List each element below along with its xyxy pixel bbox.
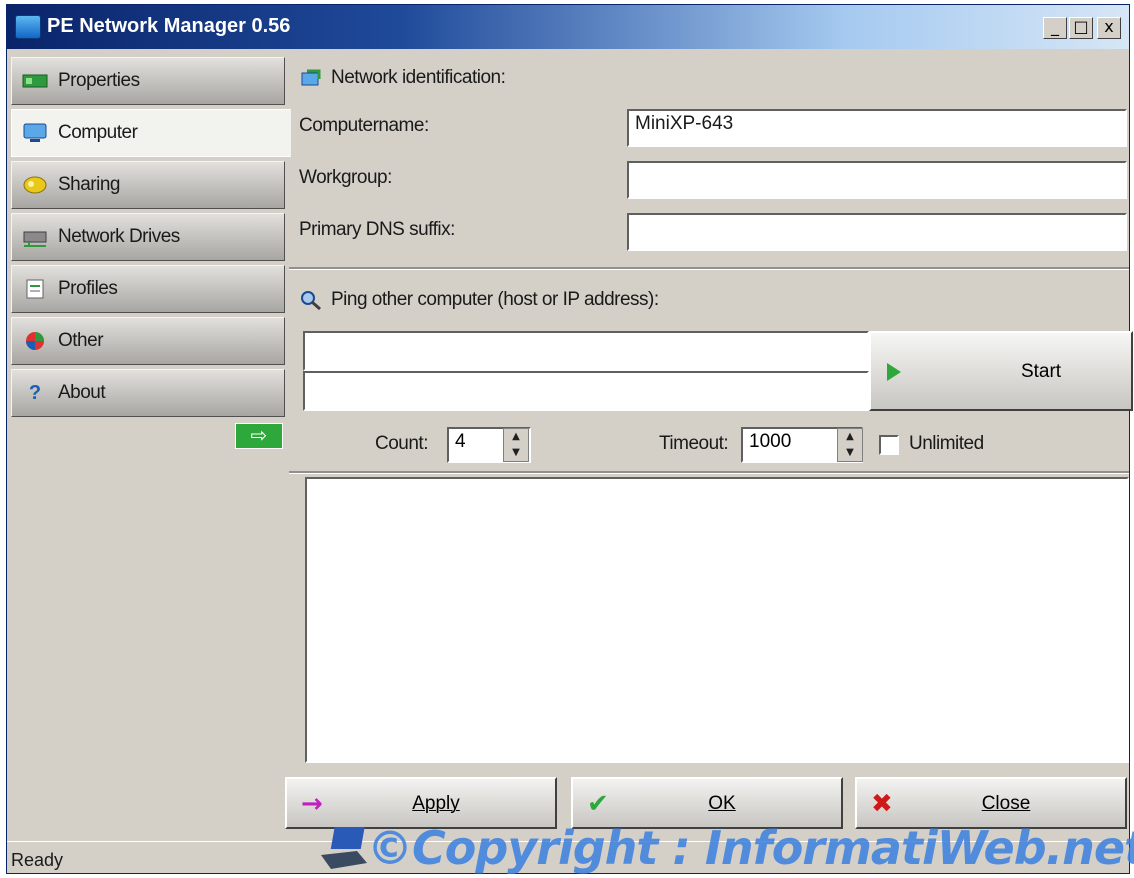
sidebar-item-other[interactable]: Other [11, 317, 285, 365]
sidebar-item-label: Computer [58, 122, 138, 143]
help-icon: ? [28, 381, 42, 404]
main-panel: Network identification: Computername: Mi… [289, 53, 1133, 765]
workgroup-label: Workgroup: [299, 167, 392, 188]
sharing-icon [22, 174, 48, 196]
ping-output-area[interactable] [305, 477, 1129, 763]
profiles-icon [22, 278, 48, 300]
ping-header: Ping other computer (host or IP address)… [299, 289, 659, 311]
timeout-label: Timeout: [659, 433, 729, 454]
title-bar[interactable]: PE Network Manager 0.56 _ □ x [7, 5, 1129, 49]
count-spin-buttons[interactable]: ▲ ▼ [503, 428, 529, 462]
divider [289, 471, 1129, 474]
sidebar-item-network-drives[interactable]: Network Drives [11, 213, 285, 261]
sidebar-item-label: Other [58, 330, 104, 351]
unlimited-checkbox[interactable] [879, 435, 899, 455]
spin-down-icon[interactable]: ▼ [504, 445, 528, 461]
sidebar-item-profiles[interactable]: Profiles [11, 265, 285, 313]
dns-suffix-field[interactable] [627, 213, 1127, 251]
maximize-button[interactable]: □ [1069, 17, 1093, 39]
sidebar-item-about[interactable]: ? About [11, 369, 285, 417]
ping-search-icon [299, 289, 323, 311]
count-value: 4 [455, 431, 466, 452]
sidebar-item-label: Properties [58, 70, 140, 91]
network-drive-icon [22, 226, 48, 248]
computername-field[interactable]: MiniXP-643 [627, 109, 1127, 147]
timeout-value: 1000 [749, 431, 792, 452]
copyright-watermark: ©Copyright : InformatiWeb.net [367, 821, 1134, 875]
watermark-laptop-icon [321, 827, 367, 869]
apply-label: Apply [412, 793, 460, 814]
network-card-icon [22, 70, 48, 92]
sidebar-item-sharing[interactable]: Sharing [11, 161, 285, 209]
section-title: Ping other computer (host or IP address)… [331, 289, 659, 310]
unlimited-label: Unlimited [909, 433, 984, 454]
count-label: Count: [375, 433, 428, 454]
computer-icon [22, 122, 48, 144]
workgroup-field[interactable] [627, 161, 1127, 199]
app-icon [15, 15, 41, 39]
dns-suffix-label: Primary DNS suffix: [299, 219, 455, 240]
sidebar: Properties Computer Sharing Network Driv… [7, 53, 291, 873]
ok-label: OK [708, 793, 736, 814]
spin-up-icon[interactable]: ▲ [838, 429, 862, 445]
sidebar-item-properties[interactable]: Properties [11, 57, 285, 105]
collapse-arrow-button[interactable]: ⇨ [235, 423, 283, 449]
sidebar-item-label: Network Drives [58, 226, 180, 247]
network-identification-header: Network identification: [299, 67, 506, 89]
network-identification-icon [299, 67, 323, 89]
spin-down-icon[interactable]: ▼ [838, 445, 862, 461]
computername-label: Computername: [299, 115, 429, 136]
timeout-spin-buttons[interactable]: ▲ ▼ [837, 428, 863, 462]
close-window-button[interactable]: x [1097, 17, 1121, 39]
ping-secondary-field[interactable] [303, 371, 869, 411]
close-label: Close [981, 793, 1031, 814]
start-button[interactable]: Start [869, 331, 1133, 411]
start-label: Start [1020, 361, 1062, 382]
status-text: Ready [11, 850, 64, 870]
section-title: Network identification: [331, 67, 506, 88]
window-title: PE Network Manager 0.56 [47, 15, 291, 37]
minimize-button[interactable]: _ [1043, 17, 1067, 39]
sidebar-item-label: Sharing [58, 174, 121, 195]
divider [289, 267, 1129, 270]
app-window: PE Network Manager 0.56 _ □ x Properties… [6, 4, 1134, 875]
ping-host-field[interactable] [303, 331, 869, 371]
other-icon [22, 330, 48, 352]
sidebar-item-label: About [58, 382, 106, 403]
spin-up-icon[interactable]: ▲ [504, 429, 528, 445]
sidebar-item-label: Profiles [58, 278, 118, 299]
sidebar-item-computer[interactable]: Computer [11, 109, 291, 157]
